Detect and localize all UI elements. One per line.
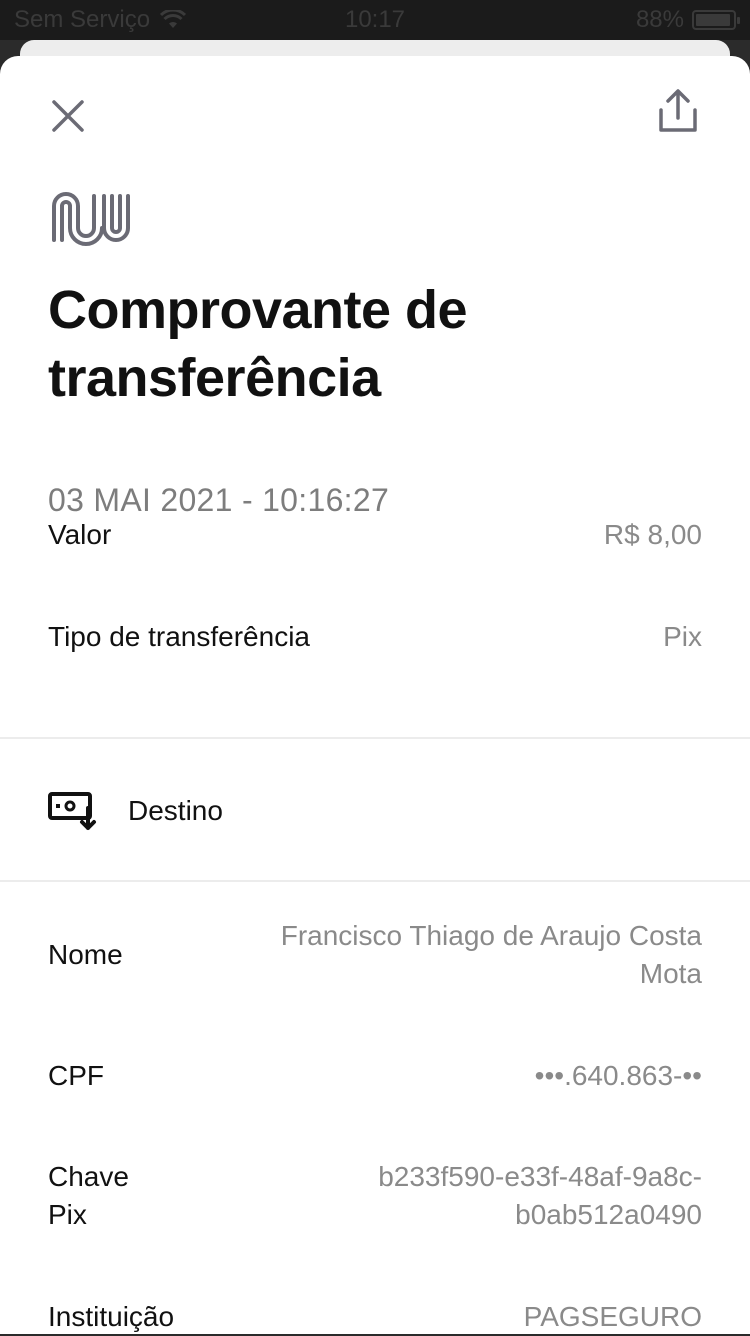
instituicao-label: Instituição xyxy=(48,1301,175,1332)
receipt-sheet: Comprovante de transferência 03 MAI 2021… xyxy=(0,56,750,1334)
battery-icon xyxy=(692,10,740,30)
chave-value-line2: b0ab512a0490 xyxy=(515,1199,702,1230)
destination-account-icon xyxy=(48,792,96,830)
tipo-value: Pix xyxy=(663,621,702,652)
transfer-date: 03 MAI 2021 - 10:16:27 xyxy=(48,482,390,518)
share-button[interactable] xyxy=(654,86,702,138)
chave-label-line1: Chave xyxy=(48,1161,129,1192)
tipo-label: Tipo de transferência xyxy=(48,621,310,652)
close-button[interactable] xyxy=(44,92,92,140)
nome-value-line1: Francisco Thiago de Araujo Costa xyxy=(280,920,702,951)
divider xyxy=(0,737,750,739)
chave-value-line1: b233f590-e33f-48af-9a8c- xyxy=(378,1161,702,1192)
nome-value-line2: Mota xyxy=(639,958,702,989)
valor-value: R$ 8,00 xyxy=(603,519,702,550)
status-right: 88% xyxy=(635,6,740,34)
cpf-label: CPF xyxy=(48,1060,104,1091)
instituicao-value: PAGSEGURO xyxy=(523,1301,702,1332)
valor-label: Valor xyxy=(48,519,112,550)
battery-percent: 88% xyxy=(635,6,684,33)
share-icon xyxy=(659,89,697,132)
chave-label-line2: Pix xyxy=(48,1199,87,1230)
nubank-logo xyxy=(52,192,130,246)
page-title: Comprovante de transferência xyxy=(48,280,468,408)
destino-section-label: Destino xyxy=(128,795,223,826)
close-icon xyxy=(52,100,84,132)
nome-label: Nome xyxy=(48,939,123,970)
divider xyxy=(0,880,750,882)
cpf-value: •••.640.863-•• xyxy=(534,1060,702,1091)
status-bar: Sem Serviço 10:17 88% xyxy=(0,0,750,40)
